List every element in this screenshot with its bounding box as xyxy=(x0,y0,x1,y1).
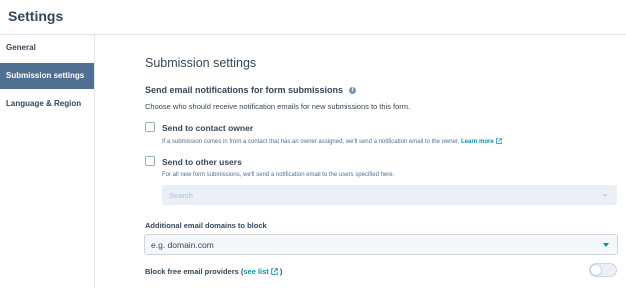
see-list-link-label: see list xyxy=(243,267,269,276)
page-title: Submission settings xyxy=(145,56,257,70)
users-search-placeholder: Search xyxy=(169,191,193,200)
settings-sidebar: General Submission settings Language & R… xyxy=(0,35,95,288)
users-search-select: Search xyxy=(162,185,617,205)
notifications-description: Choose who should receive notification e… xyxy=(145,102,411,111)
external-link-icon xyxy=(271,268,278,275)
block-free-providers-text: Block free email providers ( xyxy=(145,267,244,276)
toggle-knob xyxy=(590,264,602,276)
send-to-other-users-label[interactable]: Send to other users xyxy=(162,157,242,167)
info-icon[interactable]: i xyxy=(349,87,356,94)
send-to-other-users-checkbox[interactable] xyxy=(145,156,155,166)
sidebar-item-submission-settings[interactable]: Submission settings xyxy=(0,63,94,89)
contact-owner-description-text: If a submission comes in from a contact … xyxy=(162,139,460,145)
notifications-heading: Send email notifications for form submis… xyxy=(145,85,344,95)
page-header: Settings xyxy=(0,0,626,35)
send-to-contact-owner-label[interactable]: Send to contact owner xyxy=(162,123,253,133)
block-domains-input[interactable]: e.g. domain.com xyxy=(144,234,618,255)
send-to-other-users-description: For all new form submissions, we'll send… xyxy=(162,172,395,178)
block-domains-label: Additional email domains to block xyxy=(145,221,267,230)
page-header-title: Settings xyxy=(8,8,64,24)
block-free-providers-close-paren: ) xyxy=(279,267,283,276)
sidebar-item-general[interactable]: General xyxy=(0,35,94,61)
learn-more-link[interactable]: Learn more xyxy=(460,138,502,145)
settings-content: Submission settings Send email notificat… xyxy=(95,35,626,288)
block-free-providers-label: Block free email providers (see list) xyxy=(145,267,282,276)
see-list-link[interactable]: see list xyxy=(243,267,278,276)
chevron-down-icon xyxy=(602,194,608,197)
send-to-contact-owner-description: If a submission comes in from a contact … xyxy=(162,138,502,145)
chevron-down-icon[interactable] xyxy=(603,243,609,247)
block-free-providers-toggle[interactable] xyxy=(589,263,617,277)
sidebar-item-language-region[interactable]: Language & Region xyxy=(0,91,94,117)
send-to-contact-owner-checkbox[interactable] xyxy=(145,122,155,132)
learn-more-link-label: Learn more xyxy=(460,139,494,145)
external-link-icon xyxy=(495,138,502,144)
block-domains-placeholder: e.g. domain.com xyxy=(151,240,214,250)
